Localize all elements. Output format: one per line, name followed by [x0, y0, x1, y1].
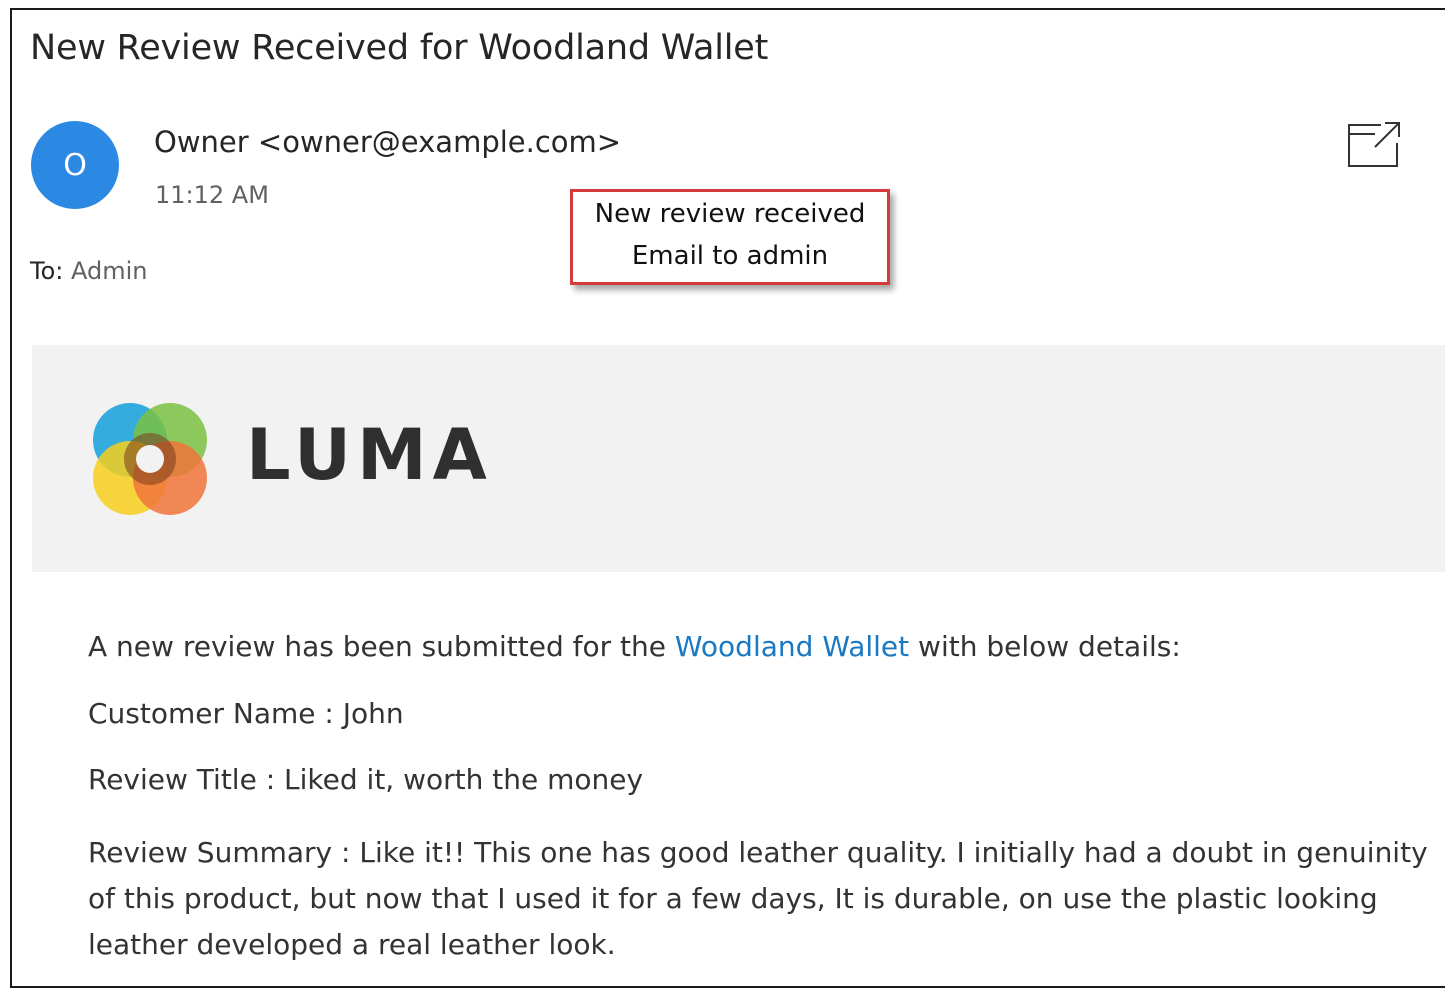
email-time: 11:12 AM	[155, 181, 269, 209]
callout-line-1: New review received	[594, 199, 866, 229]
review-summary-line: Review Summary : Like it!! This one has …	[88, 836, 1428, 961]
sender-avatar[interactable]: O	[31, 121, 119, 209]
sender-name[interactable]: Owner <owner@example.com>	[154, 125, 621, 159]
email-header-banner	[32, 345, 1445, 572]
recipient-name[interactable]: Admin	[71, 257, 148, 285]
avatar-initial: O	[63, 147, 87, 183]
customer-name-line: Customer Name : John	[88, 697, 404, 730]
to-label: To:	[30, 257, 64, 285]
recipient-line: To: Admin	[30, 257, 148, 285]
annotation-callout: New review received Email to admin	[570, 189, 890, 285]
luma-logo-text: LUMA	[246, 414, 493, 496]
email-subject: New Review Received for Woodland Wallet	[30, 28, 769, 68]
callout-line-2: Email to admin	[631, 241, 829, 271]
luma-logo-icon	[90, 400, 210, 518]
intro-text-after: with below details:	[909, 630, 1181, 663]
open-in-new-window-icon[interactable]	[1345, 119, 1405, 171]
product-link[interactable]: Woodland Wallet	[675, 630, 909, 663]
intro-text-before: A new review has been submitted for the	[88, 630, 675, 663]
intro-paragraph: A new review has been submitted for the …	[88, 630, 1181, 663]
review-title-line: Review Title : Liked it, worth the money	[88, 763, 644, 796]
